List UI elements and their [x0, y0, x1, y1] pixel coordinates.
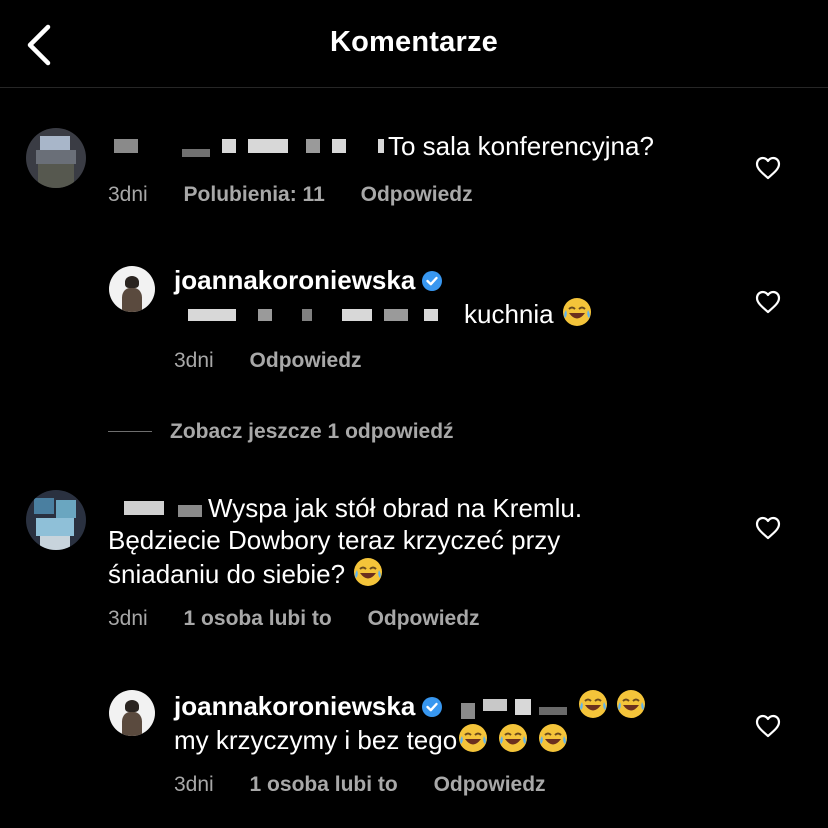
blurred-mention[interactable]: [174, 305, 464, 325]
laughing-emoji-icon: [562, 298, 591, 326]
reply-meta: 3dni 1 osoba lubi to Odpowiedz: [174, 773, 576, 797]
laughing-emoji-icon: [539, 724, 568, 752]
heart-icon[interactable]: [755, 714, 781, 738]
username[interactable]: joannakoroniewska: [174, 691, 415, 721]
top-bar: Komentarze: [0, 0, 828, 88]
reply-button[interactable]: Odpowiedz: [250, 349, 362, 372]
comment-meta: 3dni Polubienia: 11 Odpowiedz: [108, 183, 503, 207]
comment-text: To sala konferencyjna?: [388, 131, 654, 161]
reply-text: my krzyczymy i bez tego: [174, 725, 458, 755]
reply-meta: 3dni Odpowiedz: [174, 349, 392, 373]
likes-count[interactable]: Polubienia: 11: [184, 183, 325, 206]
blurred-username[interactable]: [108, 499, 208, 519]
likes-count[interactable]: 1 osoba lubi to: [250, 773, 398, 796]
heart-icon[interactable]: [755, 516, 781, 540]
avatar[interactable]: [26, 128, 86, 188]
verified-badge-icon: [422, 697, 443, 717]
comment-meta: 3dni 1 osoba lubi to Odpowiedz: [108, 607, 510, 631]
blurred-mention[interactable]: [457, 697, 577, 719]
reply-button[interactable]: Odpowiedz: [434, 773, 546, 796]
view-more-label: Zobacz jeszcze 1 odpowiedź: [170, 420, 454, 443]
avatar[interactable]: [26, 490, 86, 550]
reply-time: 3dni: [174, 773, 214, 796]
laughing-emoji-icon: [459, 724, 488, 752]
page-title: Komentarze: [330, 26, 498, 58]
reply-button[interactable]: Odpowiedz: [368, 607, 480, 630]
reply-body: joannakoroniewska my krzyczymy i bez teg…: [174, 688, 734, 756]
likes-count[interactable]: 1 osoba lubi to: [184, 607, 332, 630]
laughing-emoji-icon: [354, 558, 383, 586]
divider-line: [108, 431, 152, 432]
comment-time: 3dni: [108, 183, 148, 206]
username[interactable]: joannakoroniewska: [174, 265, 415, 295]
laughing-emoji-icon: [499, 724, 528, 752]
heart-icon[interactable]: [755, 290, 781, 314]
avatar[interactable]: [109, 690, 155, 736]
verified-badge-icon: [422, 271, 443, 291]
view-more-replies-button[interactable]: Zobacz jeszcze 1 odpowiedź: [108, 420, 454, 444]
blurred-username[interactable]: [108, 137, 388, 157]
comment-body: To sala konferencyjna?: [108, 130, 728, 162]
heart-icon[interactable]: [755, 156, 781, 180]
avatar[interactable]: [109, 266, 155, 312]
comment-time: 3dni: [108, 607, 148, 630]
reply-text: kuchnia: [464, 299, 554, 329]
reply-button[interactable]: Odpowiedz: [361, 183, 473, 206]
reply-time: 3dni: [174, 349, 214, 372]
laughing-emoji-icon: [578, 690, 607, 718]
laughing-emoji-icon: [616, 690, 645, 718]
comment-body: Wyspa jak stół obrad na Kremlu. Będzieci…: [108, 492, 668, 590]
reply-body: joannakoroniewska kuchnia: [174, 264, 734, 330]
